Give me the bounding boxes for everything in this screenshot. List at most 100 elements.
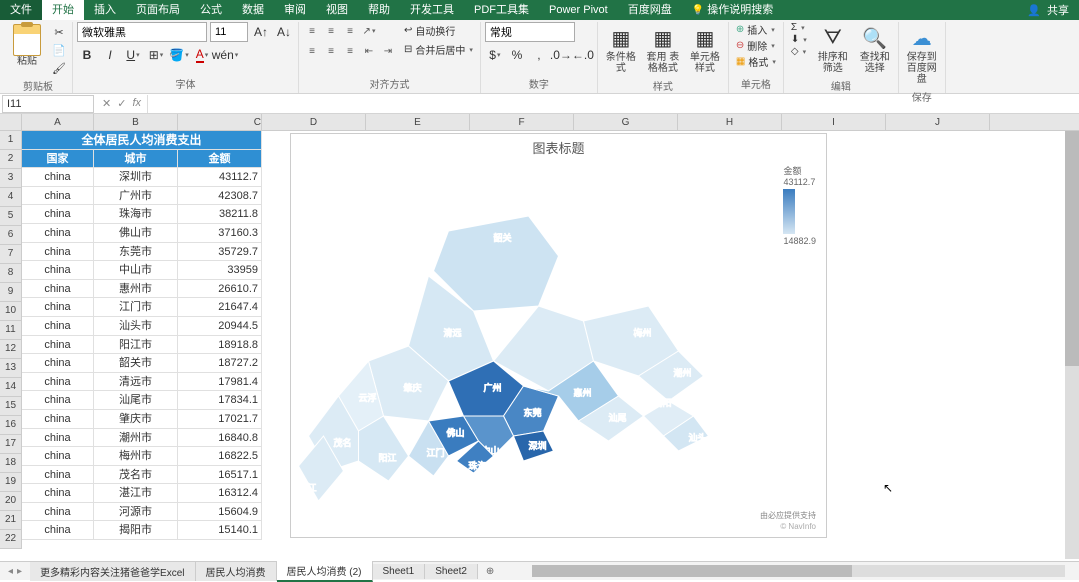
map-chart[interactable]: 图表标题 金额 43112.7 14882.9 韶关 清远 肇庆 河源 梅州 广… — [290, 133, 827, 538]
italic-button[interactable]: I — [100, 45, 120, 65]
cell[interactable]: china — [22, 354, 94, 373]
sheet-tab-active[interactable]: 居民人均消费 (2) — [277, 561, 373, 582]
cell[interactable]: 江门市 — [94, 298, 178, 317]
col-header[interactable]: H — [678, 114, 782, 130]
cell[interactable]: 肇庆市 — [94, 410, 178, 429]
row-header[interactable]: 22 — [0, 530, 22, 549]
col-header[interactable]: C — [178, 114, 262, 130]
row-header[interactable]: 7 — [0, 245, 22, 264]
underline-button[interactable]: U▾ — [123, 45, 143, 65]
fx-icon[interactable]: fx — [132, 97, 141, 110]
cell[interactable]: china — [22, 521, 94, 540]
cell[interactable]: 18727.2 — [178, 354, 262, 373]
menu-file[interactable]: 文件 — [0, 0, 42, 20]
cell[interactable]: 16822.5 — [178, 447, 262, 466]
row-header[interactable]: 4 — [0, 188, 22, 207]
align-right-button[interactable]: ≡ — [341, 42, 359, 60]
cell[interactable]: 15140.1 — [178, 521, 262, 540]
cell[interactable]: 42308.7 — [178, 187, 262, 206]
cell[interactable]: 21647.4 — [178, 298, 262, 317]
cell[interactable]: 佛山市 — [94, 224, 178, 243]
cell[interactable]: china — [22, 168, 94, 187]
cell[interactable]: china — [22, 298, 94, 317]
tab-nav-first-icon[interactable]: ◂ — [8, 566, 13, 577]
cell[interactable]: 17981.4 — [178, 373, 262, 392]
percent-button[interactable]: % — [507, 45, 527, 65]
cell-style-button[interactable]: ▦单元格样式 — [686, 22, 724, 76]
horizontal-scrollbar[interactable] — [532, 565, 1065, 577]
cell[interactable]: 梅州市 — [94, 447, 178, 466]
cell[interactable]: 16840.8 — [178, 429, 262, 448]
cell[interactable]: 茂名市 — [94, 466, 178, 485]
col-header[interactable]: A — [22, 114, 94, 130]
row-header[interactable]: 18 — [0, 454, 22, 473]
paste-button[interactable]: 粘贴 — [8, 22, 46, 69]
align-middle-button[interactable]: ≡ — [322, 22, 340, 40]
cell[interactable]: 韶关市 — [94, 354, 178, 373]
row-header[interactable]: 20 — [0, 492, 22, 511]
cell[interactable]: china — [22, 224, 94, 243]
cell[interactable]: china — [22, 373, 94, 392]
name-box[interactable]: I11 — [2, 95, 94, 113]
cell[interactable]: china — [22, 429, 94, 448]
cell[interactable]: 43112.7 — [178, 168, 262, 187]
sheet-tab[interactable]: 居民人均消费 — [196, 562, 277, 581]
table-title[interactable]: 全体居民人均消费支出 — [22, 131, 262, 150]
sheet-tab[interactable]: Sheet1 — [373, 564, 426, 579]
fill-color-button[interactable]: 🪣▾ — [169, 45, 189, 65]
align-center-button[interactable]: ≡ — [322, 42, 340, 60]
save-baidu-button[interactable]: ☁保存到 百度网盘 — [903, 22, 941, 87]
cell[interactable]: china — [22, 243, 94, 262]
row-header[interactable]: 14 — [0, 378, 22, 397]
cell[interactable]: china — [22, 261, 94, 280]
cell[interactable]: 18918.8 — [178, 336, 262, 355]
row-header[interactable]: 17 — [0, 435, 22, 454]
sheet-tab[interactable]: Sheet2 — [425, 564, 478, 579]
autosum-button[interactable]: Σ▾ — [788, 22, 810, 33]
col-header[interactable]: F — [470, 114, 574, 130]
menu-tab-formula[interactable]: 公式 — [190, 0, 232, 20]
cell[interactable]: 汕头市 — [94, 317, 178, 336]
menu-tab-powerpivot[interactable]: Power Pivot — [539, 0, 618, 20]
fill-button[interactable]: ⬇▾ — [788, 34, 810, 45]
table-format-button[interactable]: ▦套用 表格格式 — [644, 22, 682, 76]
row-header[interactable]: 5 — [0, 207, 22, 226]
col-header[interactable]: G — [574, 114, 678, 130]
find-select-button[interactable]: 🔍查找和选择 — [856, 22, 894, 76]
cell[interactable]: 潮州市 — [94, 429, 178, 448]
row-header[interactable]: 9 — [0, 283, 22, 302]
number-format-select[interactable] — [485, 22, 575, 42]
cell[interactable]: china — [22, 187, 94, 206]
font-name-select[interactable] — [77, 22, 207, 42]
cell[interactable]: 37160.3 — [178, 224, 262, 243]
col-header[interactable]: E — [366, 114, 470, 130]
row-header[interactable]: 21 — [0, 511, 22, 530]
cell[interactable]: 中山市 — [94, 261, 178, 280]
wrap-text-button[interactable]: ↩自动换行 — [401, 22, 476, 39]
cell[interactable]: china — [22, 336, 94, 355]
merge-center-button[interactable]: ⊟合并后居中▾ — [401, 41, 476, 58]
tell-me[interactable]: 💡 操作说明搜索 — [682, 0, 784, 20]
cell[interactable]: 广州市 — [94, 187, 178, 206]
menu-tab-view[interactable]: 视图 — [316, 0, 358, 20]
formula-bar[interactable] — [147, 95, 1079, 113]
cell[interactable]: 湛江市 — [94, 484, 178, 503]
cell[interactable]: 珠海市 — [94, 205, 178, 224]
menu-tab-help[interactable]: 帮助 — [358, 0, 400, 20]
delete-cells-button[interactable]: ⊖删除▾ — [733, 38, 779, 53]
font-size-select[interactable] — [210, 22, 248, 42]
insert-cells-button[interactable]: ⊕插入▾ — [733, 22, 779, 37]
cell[interactable]: 揭阳市 — [94, 521, 178, 540]
cell[interactable]: 惠州市 — [94, 280, 178, 299]
cell[interactable]: 38211.8 — [178, 205, 262, 224]
cell[interactable]: 17021.7 — [178, 410, 262, 429]
cell[interactable]: china — [22, 503, 94, 522]
cell[interactable]: 33959 — [178, 261, 262, 280]
indent-inc-button[interactable]: ⇥ — [379, 42, 397, 60]
cell[interactable]: china — [22, 447, 94, 466]
row-header[interactable]: 12 — [0, 340, 22, 359]
comma-button[interactable]: , — [529, 45, 549, 65]
cell[interactable]: 阳江市 — [94, 336, 178, 355]
table-header[interactable]: 金额 — [178, 150, 262, 169]
row-header[interactable]: 2 — [0, 150, 22, 169]
